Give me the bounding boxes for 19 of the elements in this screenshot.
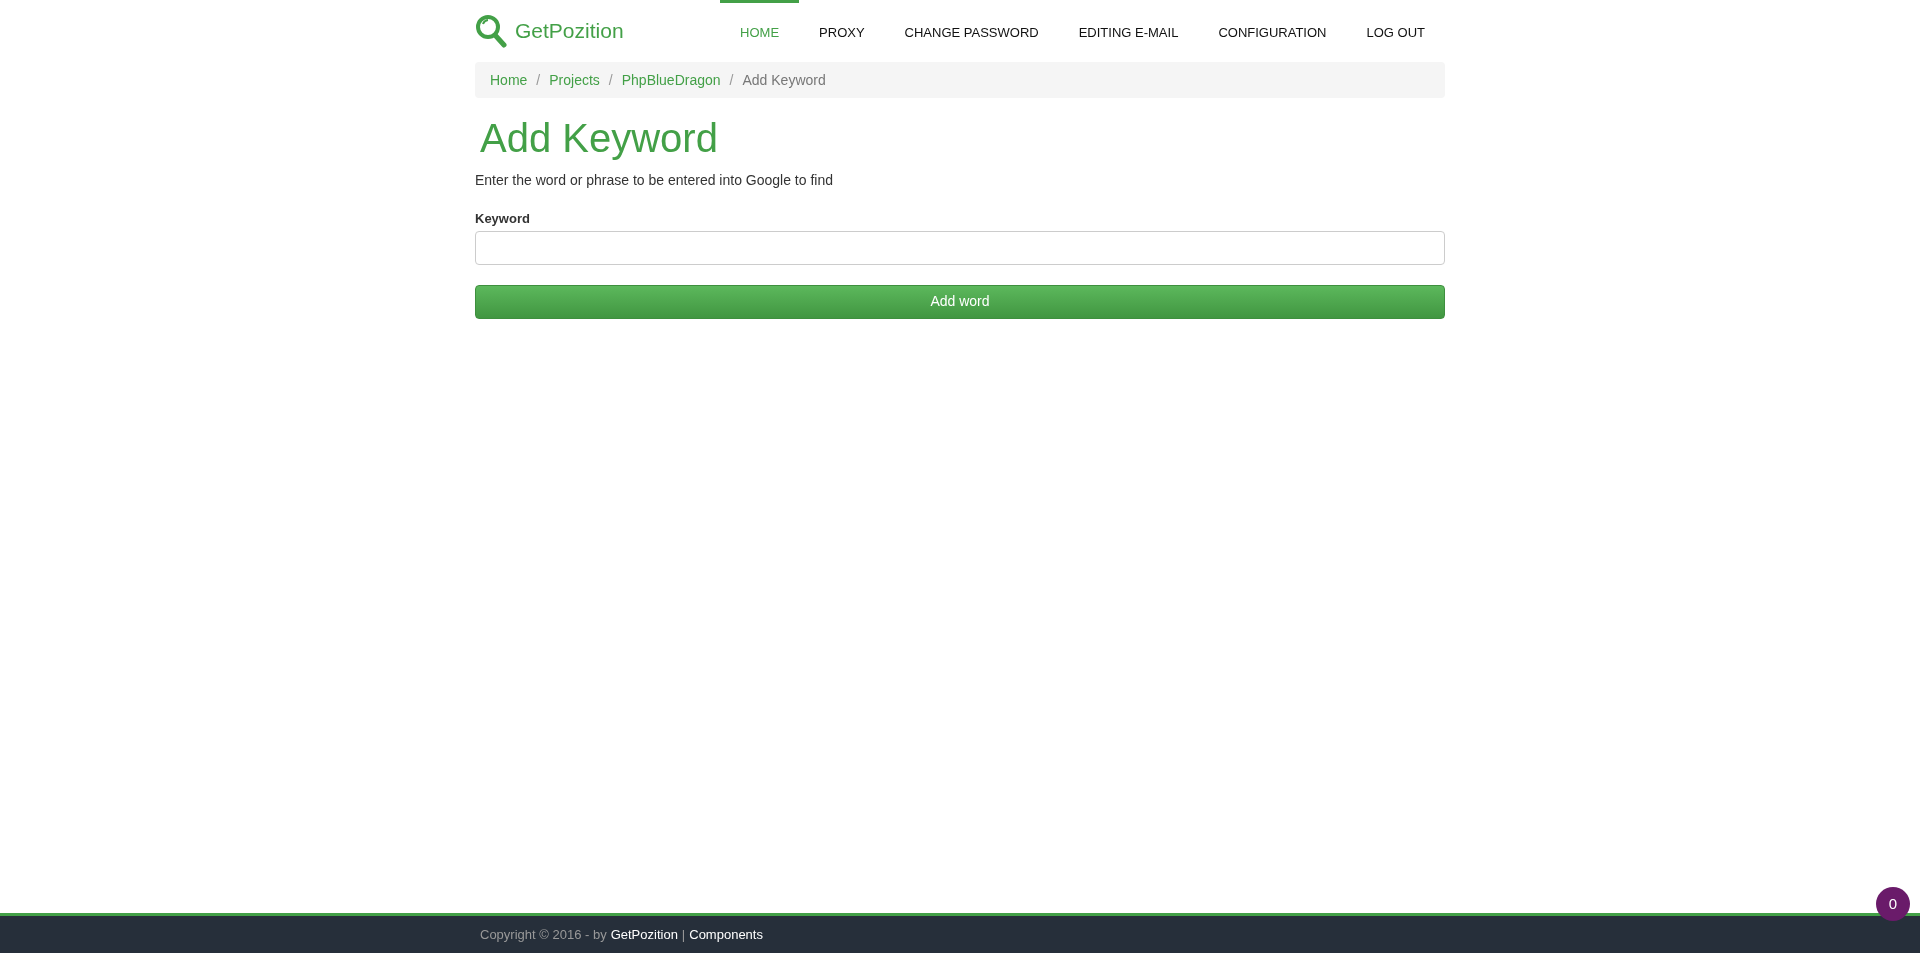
nav-link[interactable]: LOG OUT [1346, 0, 1445, 62]
breadcrumb-separator: / [728, 70, 735, 90]
page-description: Enter the word or phrase to be entered into Google to find [475, 171, 834, 190]
magnifier-icon [475, 14, 507, 48]
page-title: Add Keyword [480, 115, 719, 162]
footer-link[interactable]: Components [689, 925, 763, 945]
nav-link[interactable]: CHANGE PASSWORD [884, 0, 1059, 62]
nav-link[interactable]: PROXY [799, 0, 885, 62]
nav-link[interactable]: CONFIGURATION [1198, 0, 1347, 62]
notification-badge[interactable]: 0 [1876, 887, 1910, 921]
keyword-input[interactable] [475, 230, 1445, 265]
footer-link[interactable]: GetPozition [610, 925, 678, 945]
breadcrumb-separator: / [535, 70, 542, 90]
nav-link[interactable]: EDITING E-MAIL [1058, 0, 1199, 62]
breadcrumb-separator: / [607, 70, 614, 90]
copyright-text: Copyright © 2016 - by [480, 926, 607, 944]
footer-separator: | [681, 926, 686, 944]
breadcrumb-current: Add Keyword [742, 70, 826, 90]
field-label: Keyword [475, 210, 531, 228]
